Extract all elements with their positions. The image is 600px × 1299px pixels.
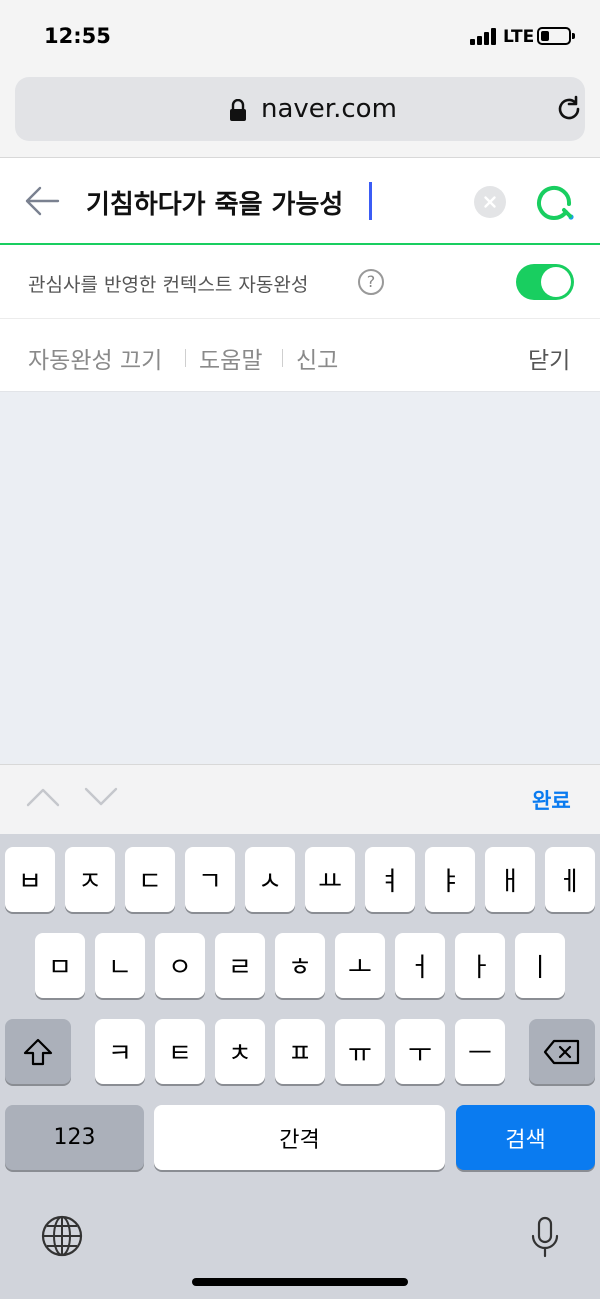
key[interactable]: ㅅ [245, 847, 295, 912]
globe-icon[interactable] [40, 1214, 84, 1258]
key[interactable]: ㅍ [275, 1019, 325, 1084]
shift-icon [23, 1038, 53, 1065]
key[interactable]: ㅓ [395, 933, 445, 998]
chevron-down-icon[interactable] [84, 787, 118, 807]
key[interactable]: ㅑ [425, 847, 475, 912]
key[interactable]: ㄷ [125, 847, 175, 912]
key[interactable]: ㅣ [515, 933, 565, 998]
autocomplete-options: 자동완성 끄기 도움말 신고 닫기 [0, 319, 600, 392]
close-link[interactable]: 닫기 [528, 341, 570, 375]
key[interactable]: ㅔ [545, 847, 595, 912]
battery-icon [537, 27, 575, 45]
signal-icon [470, 28, 498, 45]
search-input[interactable] [86, 180, 466, 224]
chevron-up-icon[interactable] [26, 787, 60, 807]
browser-toolbar: naver.com [0, 72, 600, 158]
key[interactable]: ㅜ [395, 1019, 445, 1084]
key[interactable]: ㅌ [155, 1019, 205, 1084]
keyboard: ㅂ ㅈ ㄷ ㄱ ㅅ ㅛ ㅕ ㅑ ㅐ ㅔ ㅁ ㄴ ㅇ ㄹ ㅎ ㅗ ㅓ ㅏ ㅣ ㅋ … [0, 834, 600, 1299]
key[interactable]: ㅕ [365, 847, 415, 912]
status-bar: 12:55 LTE [0, 0, 600, 72]
key[interactable]: ㅂ [5, 847, 55, 912]
text-caret [369, 182, 372, 220]
search-icon[interactable] [536, 182, 576, 222]
search-bar [0, 158, 600, 245]
network-label: LTE [503, 27, 535, 47]
context-autocomplete-label: 관심사를 반영한 컨텍스트 자동완성 [28, 274, 309, 296]
help-icon[interactable]: ? [358, 269, 384, 295]
url-text: naver.com [261, 94, 397, 124]
backspace-key[interactable] [529, 1019, 595, 1084]
context-autocomplete-toggle[interactable] [516, 264, 574, 300]
home-indicator [192, 1278, 408, 1286]
key[interactable]: ㄴ [95, 933, 145, 998]
key[interactable]: ㄱ [185, 847, 235, 912]
status-time: 12:55 [44, 24, 111, 48]
clear-icon[interactable] [474, 186, 506, 218]
report-link[interactable]: 신고 [296, 341, 338, 375]
key[interactable]: ㅈ [65, 847, 115, 912]
key[interactable]: ㅏ [455, 933, 505, 998]
backspace-icon [543, 1039, 580, 1064]
key[interactable]: ㄹ [215, 933, 265, 998]
reload-icon[interactable] [555, 95, 583, 123]
key[interactable]: ㅇ [155, 933, 205, 998]
numbers-key[interactable]: 123 [5, 1105, 144, 1170]
key[interactable]: ㅗ [335, 933, 385, 998]
help-link[interactable]: 도움말 [199, 341, 262, 375]
key[interactable]: ㅎ [275, 933, 325, 998]
context-autocomplete-row: 관심사를 반영한 컨텍스트 자동완성 ? [0, 245, 600, 319]
divider [185, 349, 186, 367]
done-button[interactable]: 완료 [532, 785, 571, 815]
keyboard-accessory-bar: 완료 [0, 764, 600, 834]
divider [282, 349, 283, 367]
disable-autocomplete-link[interactable]: 자동완성 끄기 [28, 341, 162, 375]
key[interactable]: ㅋ [95, 1019, 145, 1084]
space-key[interactable]: 간격 [154, 1105, 445, 1170]
toggle-knob [541, 267, 571, 297]
shift-key[interactable] [5, 1019, 71, 1084]
key[interactable]: ㅡ [455, 1019, 505, 1084]
key[interactable]: ㅐ [485, 847, 535, 912]
microphone-icon[interactable] [530, 1216, 560, 1258]
back-arrow-icon[interactable] [24, 185, 60, 217]
key[interactable]: ㅊ [215, 1019, 265, 1084]
search-key[interactable]: 검색 [456, 1105, 595, 1170]
key[interactable]: ㅛ [305, 847, 355, 912]
key[interactable]: ㅠ [335, 1019, 385, 1084]
lock-icon [230, 99, 246, 121]
address-bar[interactable]: naver.com [15, 77, 585, 141]
key[interactable]: ㅁ [35, 933, 85, 998]
